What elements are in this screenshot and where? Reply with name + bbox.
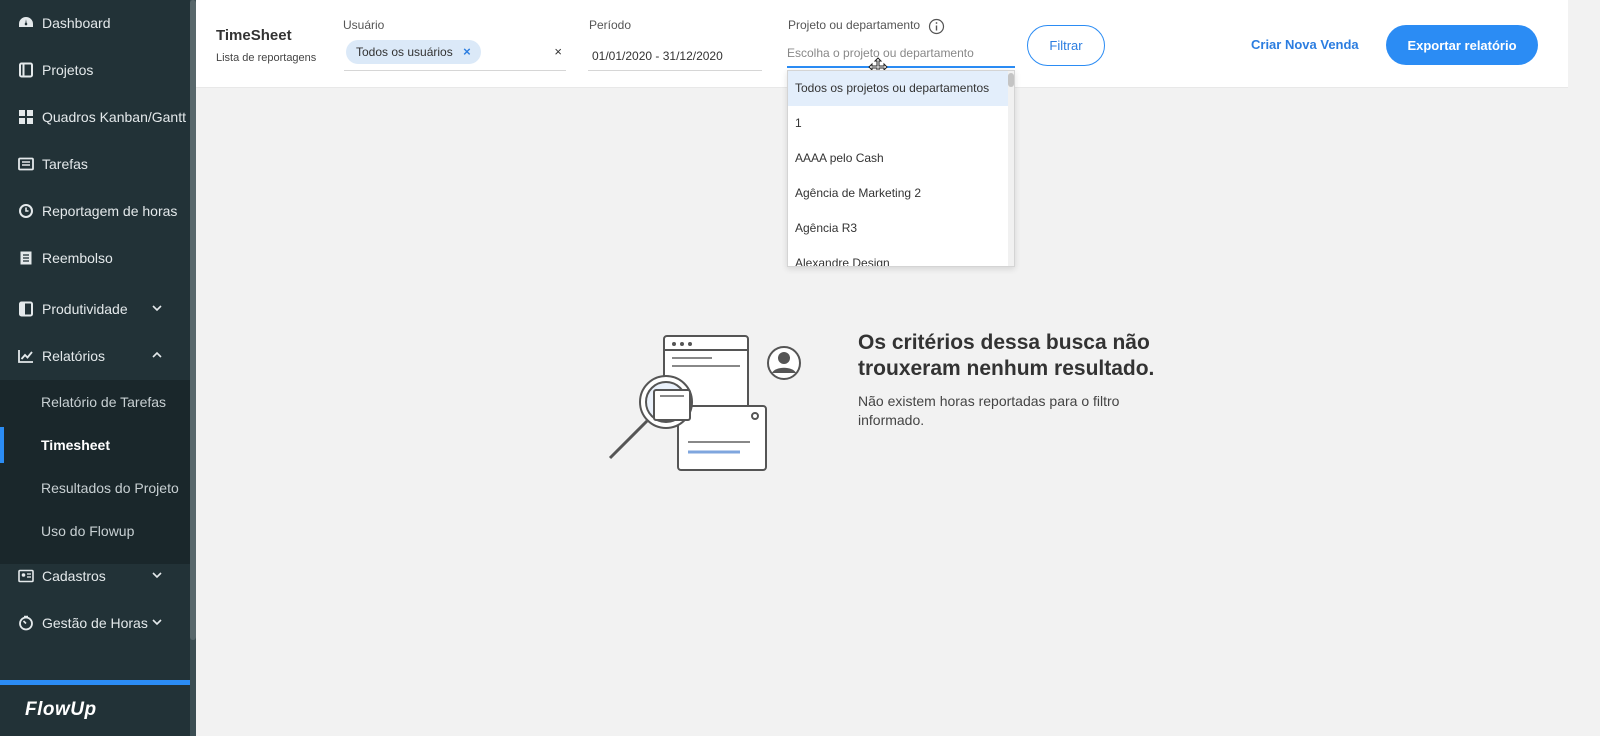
flowup-logo: FlowUp [25,699,97,720]
page-subtitle: Lista de reportagens [216,52,317,64]
line-chart-icon [18,348,34,364]
project-field[interactable] [787,40,1015,68]
sidebar-item-tarefas[interactable]: Tarefas [0,144,190,184]
export-report-button[interactable]: Exportar relatório [1386,25,1538,65]
dashboard-icon [18,15,34,31]
sidebar-item-cadastros[interactable]: Cadastros [0,556,190,596]
user-select[interactable]: Todos os usuários × × [344,38,566,71]
logo-divider [0,680,190,685]
chip-remove-icon[interactable]: × [463,40,471,64]
sidebar-item-gestao-horas[interactable]: Gestão de Horas [0,603,190,643]
submenu-item-timesheet[interactable]: Timesheet [0,425,190,465]
sidebar-item-label: Dashboard [42,15,111,31]
sidebar-item-label: Projetos [42,62,94,78]
sidebar-scrollbar-thumb[interactable] [190,0,196,640]
dropdown-option[interactable]: 1 [788,106,1010,141]
submenu-item-label: Relatório de Tarefas [41,394,167,410]
sidebar-item-label: Cadastros [42,568,106,584]
submenu-item-label: Uso do Flowup [41,523,135,539]
sidebar: Dashboard Projetos Quadros Kanban/Gantt … [0,0,196,736]
sidebar-item-label: Reportagem de horas [42,203,178,219]
sidebar-item-projetos[interactable]: Projetos [0,50,190,90]
sidebar-item-label: Quadros Kanban/Gantt [42,109,186,125]
sidebar-item-label: Relatórios [42,348,106,364]
sidebar-item-label: Gestão de Horas [42,615,148,631]
empty-state-description: Não existem horas reportadas para o filt… [858,393,1120,428]
reports-submenu: Relatório de Tarefas Timesheet Resultado… [0,380,190,564]
new-sale-link[interactable]: Criar Nova Venda [1251,37,1359,52]
filter-button[interactable]: Filtrar [1027,25,1105,66]
sidebar-item-reportagem[interactable]: Reportagem de horas [0,191,190,231]
sidebar-item-dashboard[interactable]: Dashboard [0,3,190,43]
receipt-icon [18,250,34,266]
chart-book-icon [18,301,34,317]
sidebar-item-reembolso[interactable]: Reembolso [0,238,190,278]
submenu-item-label: Timesheet [41,437,110,453]
clear-icon[interactable]: × [554,44,562,59]
dropdown-option[interactable]: Alexandre Design [788,246,1010,266]
chevron-down-icon [150,615,164,629]
empty-search-illustration [600,330,810,480]
dropdown-option[interactable]: Todos os projetos ou departamentos [788,71,1010,106]
project-label: Projeto ou departamento [788,18,921,32]
submenu-item-relatorio-tarefas[interactable]: Relatório de Tarefas [0,382,190,422]
sidebar-item-relatorios[interactable]: Relatórios [0,336,190,376]
empty-state-title: Os critérios dessa busca não trouxeram n… [858,331,1155,380]
dropdown-scrollbar-thumb[interactable] [1008,73,1014,87]
submenu-item-uso-flowup[interactable]: Uso do Flowup [0,511,190,551]
project-dropdown: Todos os projetos ou departamentos 1 AAA… [787,70,1015,267]
grid-icon [18,109,34,125]
list-icon [18,156,34,172]
dropdown-scrollbar[interactable] [1008,71,1014,266]
chevron-down-icon [150,568,164,582]
submenu-item-label: Resultados do Projeto [41,480,179,496]
sidebar-item-label: Tarefas [42,156,88,172]
sidebar-item-label: Reembolso [42,250,113,266]
chevron-down-icon [150,301,164,315]
sidebar-item-label: Produtividade [42,301,128,317]
user-chip: Todos os usuários × [346,40,481,64]
project-input[interactable] [787,40,1015,66]
id-card-icon [18,568,34,584]
page-title: TimeSheet [216,27,292,44]
chevron-up-icon [150,348,164,362]
timer-icon [18,615,34,631]
user-label: Usuário [343,18,385,32]
clock-icon [18,203,34,219]
sidebar-item-produtividade[interactable]: Produtividade [0,289,190,329]
info-icon[interactable] [928,18,945,35]
period-label: Período [589,18,632,32]
dropdown-option[interactable]: AAAA pelo Cash [788,141,1010,176]
book-icon [18,62,34,78]
user-chip-label: Todos os usuários [356,45,453,59]
dropdown-option[interactable]: Agência de Marketing 2 [788,176,1010,211]
page-scrollbar[interactable] [1568,0,1600,736]
dropdown-option[interactable]: Agência R3 [788,211,1010,246]
period-field[interactable]: 01/01/2020 - 31/12/2020 [588,40,762,71]
sidebar-item-quadros[interactable]: Quadros Kanban/Gantt [0,97,190,137]
submenu-item-resultados[interactable]: Resultados do Projeto [0,468,190,508]
